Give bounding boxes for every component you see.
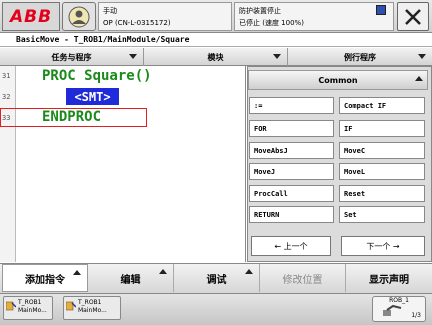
modify-position-button[interactable]: 修改位置 <box>260 264 346 292</box>
robot-fraction: 1/3 <box>411 312 421 319</box>
next-button[interactable]: 下一个 → <box>341 236 425 256</box>
instr-set[interactable]: Set <box>339 206 425 223</box>
instr-for[interactable]: FOR <box>249 120 334 137</box>
robot-label: ROB_1 <box>389 297 409 304</box>
speed-text: 已停止 (速度 100%) <box>239 19 304 27</box>
debug-label: 调试 <box>206 274 227 286</box>
task-window-2[interactable]: T_ROB1 MainMo... <box>63 296 121 320</box>
abb-logo: ABB <box>9 6 53 27</box>
instr-if[interactable]: IF <box>339 120 425 137</box>
line-number: 31 <box>2 72 11 80</box>
chevron-up-icon <box>245 269 253 274</box>
category-label: Common <box>318 75 358 85</box>
add-instruction-button[interactable]: 添加指令 <box>2 264 88 292</box>
task-title: T_ROB1 <box>78 299 102 306</box>
code-line[interactable]: PROC Square() <box>42 68 152 84</box>
tab-label: 例行程序 <box>344 52 376 62</box>
instr-moveabsj[interactable]: MoveAbsJ <box>249 142 334 159</box>
instr-movej[interactable]: MoveJ <box>249 163 334 180</box>
task-subtitle: MainMo... <box>78 307 107 314</box>
debug-button[interactable]: 调试 <box>174 264 260 292</box>
task-window-1[interactable]: T_ROB1 MainMo... <box>3 296 53 320</box>
breadcrumb: BasicMove - T_ROB1/MainModule/Square <box>0 33 432 47</box>
edit-label: 编辑 <box>120 274 141 286</box>
instr-movel[interactable]: MoveL <box>339 163 425 180</box>
code-editor[interactable] <box>0 66 246 262</box>
close-icon <box>405 8 421 25</box>
instruction-category-selector[interactable]: Common <box>248 70 428 90</box>
chevron-up-icon <box>73 270 81 275</box>
selection-highlight <box>0 108 147 127</box>
line-number: 32 <box>2 93 11 101</box>
chevron-up-icon <box>415 76 423 81</box>
controller-id: OP (CN-L-0315172) <box>103 19 171 27</box>
program-icon <box>66 301 76 311</box>
instr-movec[interactable]: MoveC <box>339 142 425 159</box>
close-button[interactable] <box>397 2 429 31</box>
edit-button[interactable]: 编辑 <box>88 264 174 292</box>
tab-tasks-programs[interactable]: 任务与程序 <box>0 48 144 66</box>
safety-text: 防护装置停止 <box>239 7 281 15</box>
task-subtitle: MainMo... <box>18 307 47 314</box>
event-log-icon[interactable] <box>376 5 386 15</box>
instr-assign[interactable]: := <box>249 97 334 114</box>
mode-status: 手动 OP (CN-L-0315172) <box>98 2 232 31</box>
operator-icon[interactable] <box>62 2 96 31</box>
instr-return[interactable]: RETURN <box>249 206 334 223</box>
instr-reset[interactable]: Reset <box>339 185 425 202</box>
add-instruction-label: 添加指令 <box>25 274 65 286</box>
prev-button[interactable]: ← 上一个 <box>251 236 331 256</box>
tab-label: 模块 <box>207 52 224 62</box>
tab-routines[interactable]: 例行程序 <box>288 48 432 66</box>
mode-text: 手动 <box>103 7 117 15</box>
quickset-button[interactable]: ROB_1 1/3 <box>372 296 426 322</box>
chevron-down-icon <box>418 54 426 59</box>
show-declaration-button[interactable]: 显示声明 <box>346 264 432 292</box>
tab-label: 任务与程序 <box>51 52 92 62</box>
smt-placeholder[interactable]: <SMT> <box>66 88 119 105</box>
chevron-down-icon <box>273 54 281 59</box>
safety-status: 防护装置停止 已停止 (速度 100%) <box>234 2 394 31</box>
instr-proccall[interactable]: ProcCall <box>249 185 334 202</box>
task-title: T_ROB1 <box>18 299 42 306</box>
instr-compact-if[interactable]: Compact IF <box>339 97 425 114</box>
program-icon <box>6 301 16 311</box>
chevron-up-icon <box>159 269 167 274</box>
chevron-down-icon <box>129 54 137 59</box>
tab-modules[interactable]: 模块 <box>144 48 288 66</box>
abb-menu-button[interactable]: ABB <box>2 2 60 31</box>
